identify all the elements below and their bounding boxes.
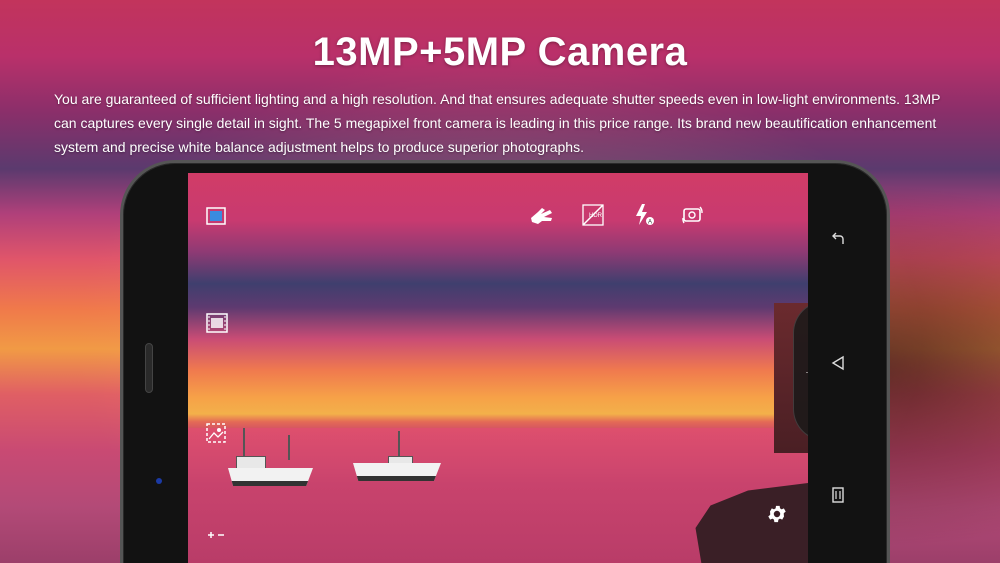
- page-description: You are guaranteed of sufficient lightin…: [54, 91, 941, 155]
- gear-icon[interactable]: [766, 503, 788, 525]
- page-title: 13MP+5MP Camera: [312, 30, 688, 74]
- back-icon[interactable]: [828, 228, 848, 248]
- shutter-panel: [793, 301, 808, 441]
- beauty-hand-icon[interactable]: [528, 204, 556, 228]
- flash-auto-icon[interactable]: A: [633, 203, 655, 227]
- filmstrip-icon[interactable]: [206, 313, 228, 333]
- hdr-icon[interactable]: HDR: [581, 203, 605, 227]
- gallery-thumbnail-icon[interactable]: [206, 206, 226, 226]
- exposure-icon[interactable]: [206, 528, 226, 542]
- front-camera-dot: [156, 478, 162, 484]
- hdr-label: HDR: [589, 213, 603, 219]
- camera-viewfinder[interactable]: HDR A: [188, 173, 808, 563]
- recent-apps-icon[interactable]: [828, 485, 848, 505]
- home-icon[interactable]: [828, 353, 848, 373]
- switch-camera-icon[interactable]: [681, 203, 705, 227]
- shutter-divider: [806, 372, 808, 373]
- phone-speaker: [145, 343, 153, 393]
- phone-device: HDR A: [120, 160, 890, 563]
- svg-text:A: A: [648, 220, 652, 226]
- scene-frame-icon[interactable]: [206, 423, 226, 443]
